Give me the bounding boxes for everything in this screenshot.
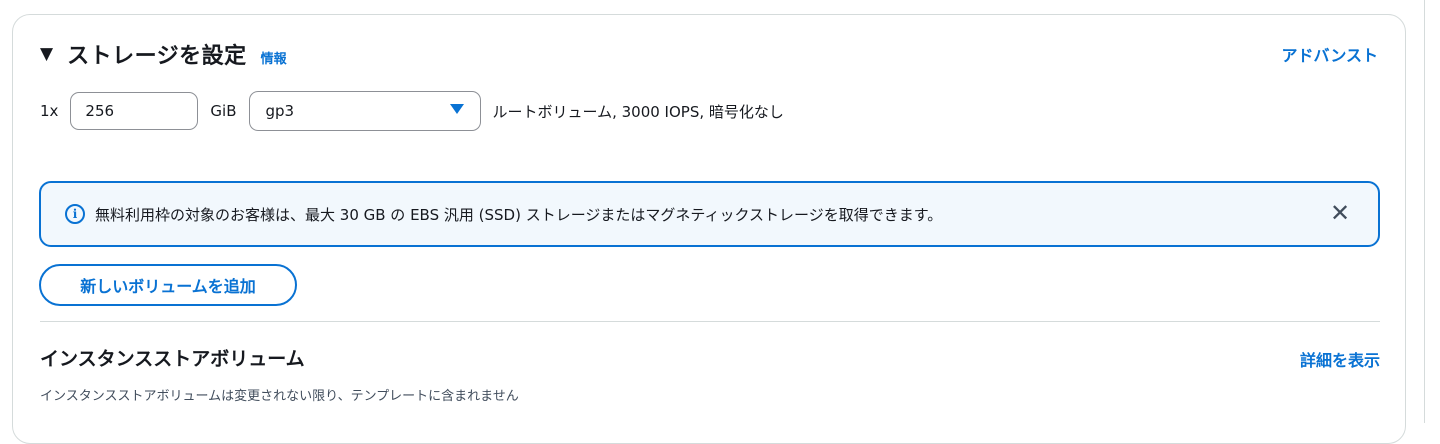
volume-size-unit: GiB — [210, 102, 237, 120]
info-circle-icon: i — [65, 204, 85, 224]
advanced-link[interactable]: アドバンスト — [1282, 42, 1378, 66]
collapse-caret-icon[interactable]: ▼ — [40, 44, 53, 64]
show-details-link[interactable]: 詳細を表示 — [1300, 347, 1380, 371]
alert-text: 無料利用枠の対象のお客様は、最大 30 GB の EBS 汎用 (SSD) スト… — [95, 205, 943, 224]
volume-count: 1x — [40, 102, 59, 120]
add-volume-button[interactable]: 新しいボリュームを追加 — [39, 264, 297, 306]
caret-down-icon — [449, 104, 464, 114]
instance-store-title: インスタンスストアボリューム — [40, 348, 305, 370]
volume-type-select[interactable]: gp3 — [248, 91, 481, 131]
volume-type-value: gp3 — [265, 102, 295, 120]
volume-description: ルートボリューム, 3000 IOPS, 暗号化なし — [492, 102, 784, 121]
instance-store-description: インスタンスストアボリュームは変更されない限り、テンプレートに含まれません — [40, 389, 519, 404]
storage-header: ▼ ストレージを設定 情報 — [40, 38, 287, 70]
storage-title: ストレージを設定 — [67, 44, 247, 69]
volume-row: 1x GiB gp3 ルートボリューム, 3000 IOPS, 暗号化なし — [40, 90, 784, 132]
free-tier-alert: i 無料利用枠の対象のお客様は、最大 30 GB の EBS 汎用 (SSD) … — [39, 181, 1380, 247]
volume-size-input[interactable] — [70, 92, 199, 130]
page-right-border — [1424, 0, 1425, 423]
close-icon[interactable]: ✕ — [1328, 201, 1352, 225]
info-link[interactable]: 情報 — [261, 48, 287, 67]
section-divider — [40, 321, 1380, 322]
